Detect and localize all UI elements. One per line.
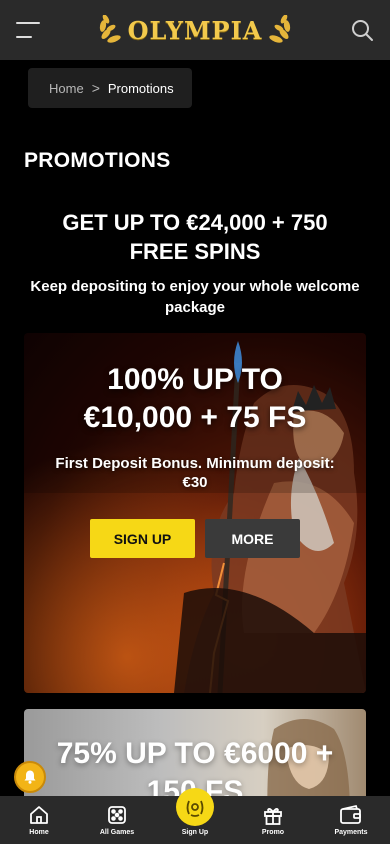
breadcrumb: Home > Promotions bbox=[28, 68, 192, 108]
nav-all-games[interactable]: All Games bbox=[78, 804, 156, 836]
search-icon[interactable] bbox=[350, 18, 374, 42]
welcome-subheading: Keep depositing to enjoy your whole welc… bbox=[30, 278, 360, 316]
breadcrumb-current: Promotions bbox=[107, 80, 174, 96]
nav-label: Payments bbox=[334, 829, 368, 836]
promo-description: First Deposit Bonus. Minimum deposit: €3… bbox=[55, 455, 335, 491]
laurel-right-icon bbox=[266, 15, 296, 45]
laurel-icon bbox=[176, 788, 214, 826]
nav-payments[interactable]: Payments bbox=[312, 804, 390, 836]
gift-icon bbox=[264, 807, 282, 825]
menu-icon[interactable] bbox=[16, 22, 40, 38]
logo[interactable]: OLYMPIA bbox=[94, 15, 297, 45]
promo-title-line1: 75% UP TO €6000 + bbox=[56, 737, 334, 770]
nav-promo[interactable]: Promo bbox=[234, 804, 312, 836]
nav-home[interactable]: Home bbox=[0, 804, 78, 836]
laurel-left-icon bbox=[94, 15, 124, 45]
nav-label: Promo bbox=[261, 829, 285, 836]
promo-card-first-deposit: 100% UP TO €10,000 + 75 FS First Deposit… bbox=[24, 333, 366, 693]
promo-title: 100% UP TO €10,000 + 75 FS bbox=[24, 361, 366, 437]
nav-label: Sign Up bbox=[181, 829, 209, 836]
promo-title-line1: 100% UP TO bbox=[107, 363, 283, 396]
dice-icon bbox=[108, 806, 126, 824]
notification-bell-icon[interactable] bbox=[14, 761, 46, 793]
welcome-heading-line1: GET UP TO €24,000 + 750 bbox=[62, 210, 328, 235]
welcome-heading-line2: FREE SPINS bbox=[129, 239, 261, 264]
logo-text: OLYMPIA bbox=[127, 15, 263, 45]
nav-label: All Games bbox=[99, 829, 135, 836]
home-icon bbox=[30, 806, 48, 824]
nav-label: Home bbox=[29, 829, 49, 836]
wallet-icon bbox=[340, 804, 361, 824]
more-button[interactable]: MORE bbox=[205, 519, 300, 558]
nav-sign-up[interactable]: Sign Up bbox=[156, 788, 234, 836]
bottom-navigation: Home All Games Sign Up Promo Payments bbox=[0, 788, 390, 844]
breadcrumb-separator: > bbox=[91, 80, 100, 96]
promo-title-line2: €10,000 + 75 FS bbox=[83, 401, 307, 434]
sign-up-button[interactable]: SIGN UP bbox=[90, 519, 195, 558]
welcome-heading: GET UP TO €24,000 + 750 FREE SPINS bbox=[0, 208, 390, 266]
breadcrumb-home-link[interactable]: Home bbox=[49, 81, 84, 96]
page-title: PROMOTIONS bbox=[24, 149, 171, 172]
top-header: OLYMPIA bbox=[0, 0, 390, 60]
